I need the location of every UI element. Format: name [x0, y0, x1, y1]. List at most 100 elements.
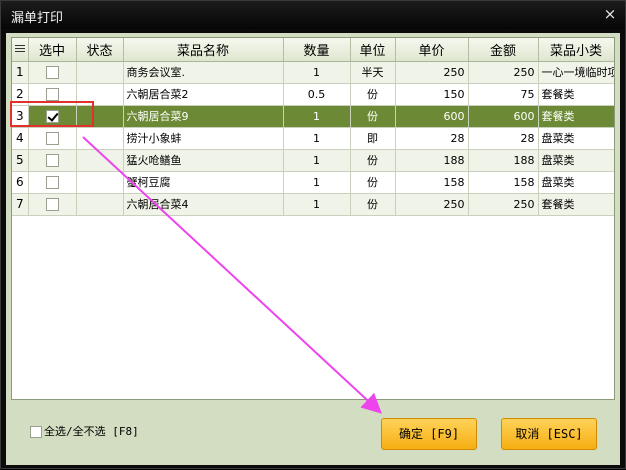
category-cell: 盘菜类	[538, 149, 614, 172]
row-number: 4	[12, 127, 29, 150]
selected-cell[interactable]	[28, 105, 77, 128]
dish-name-cell: 蟹柯豆腐	[123, 171, 284, 194]
dialog-title: 漏单打印	[11, 11, 64, 26]
quantity-cell: 1	[283, 171, 351, 194]
cancel-button[interactable]: 取消 [ESC]	[501, 418, 597, 450]
row-select-checkbox[interactable]	[45, 197, 59, 211]
quantity-cell: 0.5	[283, 83, 351, 106]
status-cell	[76, 127, 124, 150]
quantity-cell: 1	[283, 127, 351, 150]
quantity-cell: 1	[283, 61, 351, 84]
column-header-unit[interactable]: 单位	[350, 38, 396, 62]
status-cell	[76, 83, 124, 106]
category-cell: 盘菜类	[538, 171, 614, 194]
quantity-cell: 1	[283, 149, 351, 172]
row-number: 5	[12, 149, 29, 172]
items-table: 选中 状态 菜品名称 数量 单位 单价 金额 菜品小类 1 商务会议室. 1 半天 25…	[12, 38, 614, 216]
category-cell: 套餐类	[538, 193, 614, 216]
selected-cell[interactable]	[28, 83, 77, 106]
category-cell: 套餐类	[538, 105, 614, 128]
column-header-quantity[interactable]: 数量	[283, 38, 351, 62]
amount-cell: 28	[468, 127, 539, 150]
price-cell: 150	[395, 83, 469, 106]
category-cell: 一心一境临时项	[538, 61, 614, 84]
column-header-status[interactable]: 状态	[76, 38, 124, 62]
category-cell: 套餐类	[538, 83, 614, 106]
table-row[interactable]: 3 六朝居合菜9 1 份 600 600 套餐类	[12, 105, 614, 128]
dialog-content: 选中 状态 菜品名称 数量 单位 单价 金额 菜品小类 1 商务会议室. 1 半天 25…	[6, 33, 620, 465]
selected-cell[interactable]	[28, 193, 77, 216]
row-number: 1	[12, 61, 29, 84]
unit-cell: 份	[350, 105, 396, 128]
unit-cell: 半天	[350, 61, 396, 84]
row-select-checkbox[interactable]	[45, 153, 59, 167]
table-row[interactable]: 5 猛火呛鳝鱼 1 份 188 188 盘菜类	[12, 149, 614, 172]
row-number: 6	[12, 171, 29, 194]
column-header-price[interactable]: 单价	[395, 38, 469, 62]
close-icon[interactable]: ×	[601, 5, 619, 23]
column-header-dish-name[interactable]: 菜品名称	[123, 38, 284, 62]
row-select-checkbox[interactable]	[45, 87, 59, 101]
grid-menu-icon	[14, 44, 25, 54]
column-header-category[interactable]: 菜品小类	[538, 38, 614, 62]
price-cell: 600	[395, 105, 469, 128]
unit-cell: 份	[350, 149, 396, 172]
unit-cell: 份	[350, 193, 396, 216]
select-all-label: 全选/全不选 [F8]	[44, 425, 139, 438]
amount-cell: 250	[468, 193, 539, 216]
select-all-checkbox[interactable]	[30, 426, 42, 438]
unit-cell: 份	[350, 83, 396, 106]
title-bar: 漏单打印 ×	[1, 1, 625, 29]
row-select-checkbox[interactable]	[45, 131, 59, 145]
table-row[interactable]: 1 商务会议室. 1 半天 250 250 一心一境临时项	[12, 61, 614, 84]
status-cell	[76, 171, 124, 194]
row-select-checkbox[interactable]	[45, 109, 59, 123]
row-select-checkbox[interactable]	[45, 65, 59, 79]
price-cell: 28	[395, 127, 469, 150]
column-header-selected[interactable]: 选中	[28, 38, 77, 62]
status-cell	[76, 61, 124, 84]
amount-cell: 600	[468, 105, 539, 128]
column-header-amount[interactable]: 金额	[468, 38, 539, 62]
price-cell: 250	[395, 61, 469, 84]
amount-cell: 158	[468, 171, 539, 194]
table-row[interactable]: 7 六朝居合菜4 1 份 250 250 套餐类	[12, 193, 614, 216]
table-row[interactable]: 2 六朝居合菜2 0.5 份 150 75 套餐类	[12, 83, 614, 106]
table-header-row: 选中 状态 菜品名称 数量 单位 单价 金额 菜品小类	[12, 38, 614, 62]
category-cell: 盘菜类	[538, 127, 614, 150]
price-cell: 250	[395, 193, 469, 216]
price-cell: 188	[395, 149, 469, 172]
selected-cell[interactable]	[28, 171, 77, 194]
amount-cell: 75	[468, 83, 539, 106]
selected-cell[interactable]	[28, 149, 77, 172]
confirm-button[interactable]: 确定 [F9]	[381, 418, 477, 450]
dish-name-cell: 六朝居合菜9	[123, 105, 284, 128]
price-cell: 158	[395, 171, 469, 194]
row-selector-header[interactable]	[12, 38, 29, 62]
selected-cell[interactable]	[28, 127, 77, 150]
dialog-window: 漏单打印 × 选中 状态 菜品名称 数量 单位 单价 金额 菜品小类 1 商务会…	[0, 0, 626, 469]
table-row[interactable]: 6 蟹柯豆腐 1 份 158 158 盘菜类	[12, 171, 614, 194]
dish-name-cell: 商务会议室.	[123, 61, 284, 84]
row-number: 7	[12, 193, 29, 216]
status-cell	[76, 105, 124, 128]
row-number: 3	[12, 105, 29, 128]
table-row[interactable]: 4 捞汁小象蚌 1 即 28 28 盘菜类	[12, 127, 614, 150]
dish-name-cell: 六朝居合菜4	[123, 193, 284, 216]
status-cell	[76, 193, 124, 216]
order-items-grid: 选中 状态 菜品名称 数量 单位 单价 金额 菜品小类 1 商务会议室. 1 半天 25…	[11, 37, 615, 400]
dish-name-cell: 猛火呛鳝鱼	[123, 149, 284, 172]
dish-name-cell: 捞汁小象蚌	[123, 127, 284, 150]
quantity-cell: 1	[283, 193, 351, 216]
status-cell	[76, 149, 124, 172]
unit-cell: 即	[350, 127, 396, 150]
amount-cell: 250	[468, 61, 539, 84]
amount-cell: 188	[468, 149, 539, 172]
dish-name-cell: 六朝居合菜2	[123, 83, 284, 106]
selected-cell[interactable]	[28, 61, 77, 84]
row-number: 2	[12, 83, 29, 106]
unit-cell: 份	[350, 171, 396, 194]
quantity-cell: 1	[283, 105, 351, 128]
row-select-checkbox[interactable]	[45, 175, 59, 189]
select-all-toggle[interactable]: 全选/全不选 [F8]	[30, 423, 139, 439]
